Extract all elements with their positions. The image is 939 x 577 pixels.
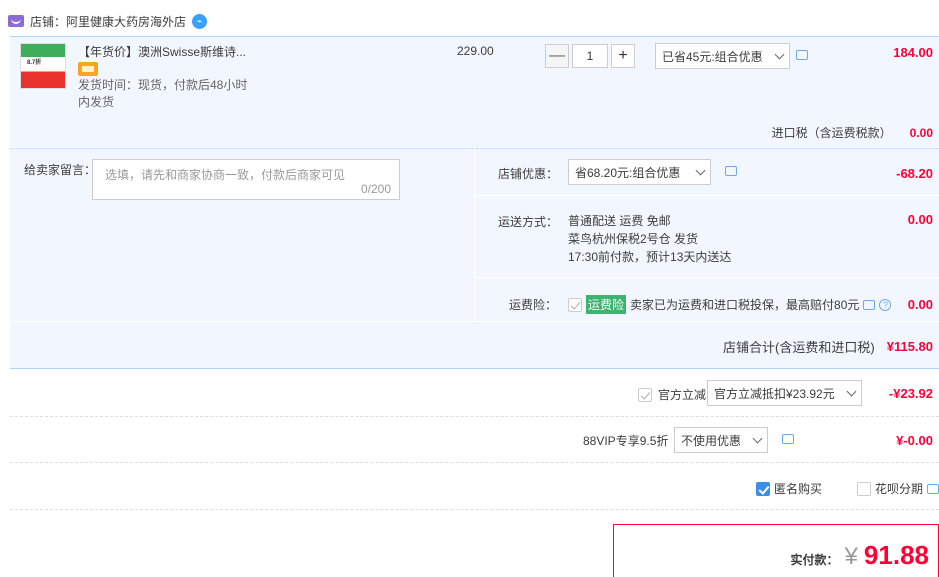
increase-button[interactable]: + [611,44,635,68]
insurance-badge: 运费险 [586,295,627,314]
quantity-input[interactable]: 1 [572,44,608,68]
official-discount-checkbox [638,387,652,402]
memo-textarea[interactable]: 选填，请先和商家协商一致，付款后商家可见 0/200 [92,159,400,200]
card-icon [78,62,98,76]
shop-icon [8,15,24,27]
payment-amount: 91.88 [863,540,929,570]
import-tax-value: 0.00 [909,125,933,140]
wangwang-chat-icon[interactable]: ⌁ [192,13,208,29]
vip-discount-amount: ¥-0.00 [896,433,933,448]
huabei-label: 花呗分期 [875,482,924,496]
shop-discount-select[interactable]: 省68.20元:组合优惠 [568,159,711,185]
memo-label: 给卖家留言： [24,163,97,177]
import-tax-row: 进口税（含运费税款） 0.00 [772,124,933,141]
help-icon[interactable]: ? [879,298,892,311]
shipping-time: 发货时间：现货，付款后48小时内发货 [78,78,248,109]
delivery-line-1: 普通配送 运费 免邮 [568,214,671,228]
shop-discount-label: 店铺优惠： [498,167,559,181]
official-discount-select-text: 官方立减抵扣¥23.92元 [714,386,835,401]
divider [10,509,939,510]
insurance-checkbox [568,297,582,312]
payment-total: 实付款： ¥ 91.88 [791,540,929,571]
chevron-down-icon [752,433,763,443]
divider [10,416,939,417]
divider [10,368,939,369]
chevron-down-icon [846,386,857,396]
memo-placeholder: 选填，请先和商家协商一致，付款后商家可见 [105,168,346,182]
currency-symbol: ¥ [844,543,858,570]
panel-divider [474,148,475,321]
message-icon[interactable] [796,50,808,60]
huabei-checkbox[interactable] [857,481,871,496]
item-discount-value: 已省45元:组合优惠 [662,49,763,64]
official-discount-toggle: 官方立减 [638,386,706,403]
shop-total-row: 店铺合计(含运费和进口税) ¥115.80 [723,337,933,356]
shop-discount-amount: -68.20 [896,166,933,181]
delivery-fee: 0.00 [907,212,933,227]
quantity-stepper: — 1 + [545,44,635,69]
unit-price: 229.00 [457,44,494,58]
insurance-text: 卖家已为运费和进口税投保，最高赔付80元 [630,298,860,312]
anonymous-label: 匿名购买 [774,482,823,496]
payment-label: 实付款： [790,553,839,567]
shop-header: 店铺： 阿里健康大药房海外店 ⌁ [8,10,208,32]
huabei-installment-option[interactable]: 花呗分期 [857,480,939,497]
insurance-row: 运费险 卖家已为运费和进口税投保，最高赔付80元 ? [568,295,892,314]
anonymous-purchase-option[interactable]: 匿名购买 [756,480,822,497]
delivery-info: 普通配送 运费 免邮 菜鸟杭州保税2号仓 发货 17:30前付款，预计13天内送… [568,212,731,266]
shop-discount-value-text: 省68.20元:组合优惠 [575,165,681,180]
insurance-label: 运费险： [509,298,558,312]
thumb-discount-text: 8.7折 [27,60,42,66]
decrease-button[interactable]: — [545,44,569,68]
shop-name[interactable]: 阿里健康大药房海外店 [66,13,186,30]
row-separator [474,277,939,278]
divider [10,462,939,463]
official-discount-select[interactable]: 官方立减抵扣¥23.92元 [707,380,862,406]
anonymous-checkbox[interactable] [756,481,770,496]
chevron-down-icon [774,49,785,59]
official-discount-label: 官方立减 [658,388,707,402]
delivery-label: 运送方式： [498,215,559,229]
message-icon[interactable] [725,166,737,176]
delivery-line-3: 17:30前付款，预计13天内送达 [568,250,732,264]
chevron-down-icon [695,165,706,175]
row-separator [10,321,939,322]
product-title[interactable]: 【年货价】澳洲Swisse斯维诗... [78,43,246,60]
vip-label: 88VIP专享9.5折 [583,434,669,448]
item-discount-select[interactable]: 已省45元:组合优惠 [655,43,790,69]
official-discount-amount: -¥23.92 [888,386,933,401]
item-subtotal: 184.00 [893,45,933,60]
shop-total-value: ¥115.80 [886,339,933,354]
message-icon[interactable] [782,434,794,444]
insurance-fee: 0.00 [907,297,933,312]
product-thumbnail[interactable]: 8.7折 [20,43,66,89]
delivery-line-2: 菜鸟杭州保税2号仓 发货 [568,232,699,246]
memo-char-counter: 0/200 [360,182,391,196]
vip-select-text: 不使用优惠 [681,433,742,448]
import-tax-label: 进口税（含运费税款） [771,126,892,140]
vip-discount-select[interactable]: 不使用优惠 [674,427,768,453]
shop-label: 店铺： [30,14,67,29]
row-separator [474,195,939,196]
message-icon[interactable] [863,299,876,310]
shop-total-label: 店铺合计(含运费和进口税) [723,340,875,355]
message-icon[interactable] [927,483,939,494]
